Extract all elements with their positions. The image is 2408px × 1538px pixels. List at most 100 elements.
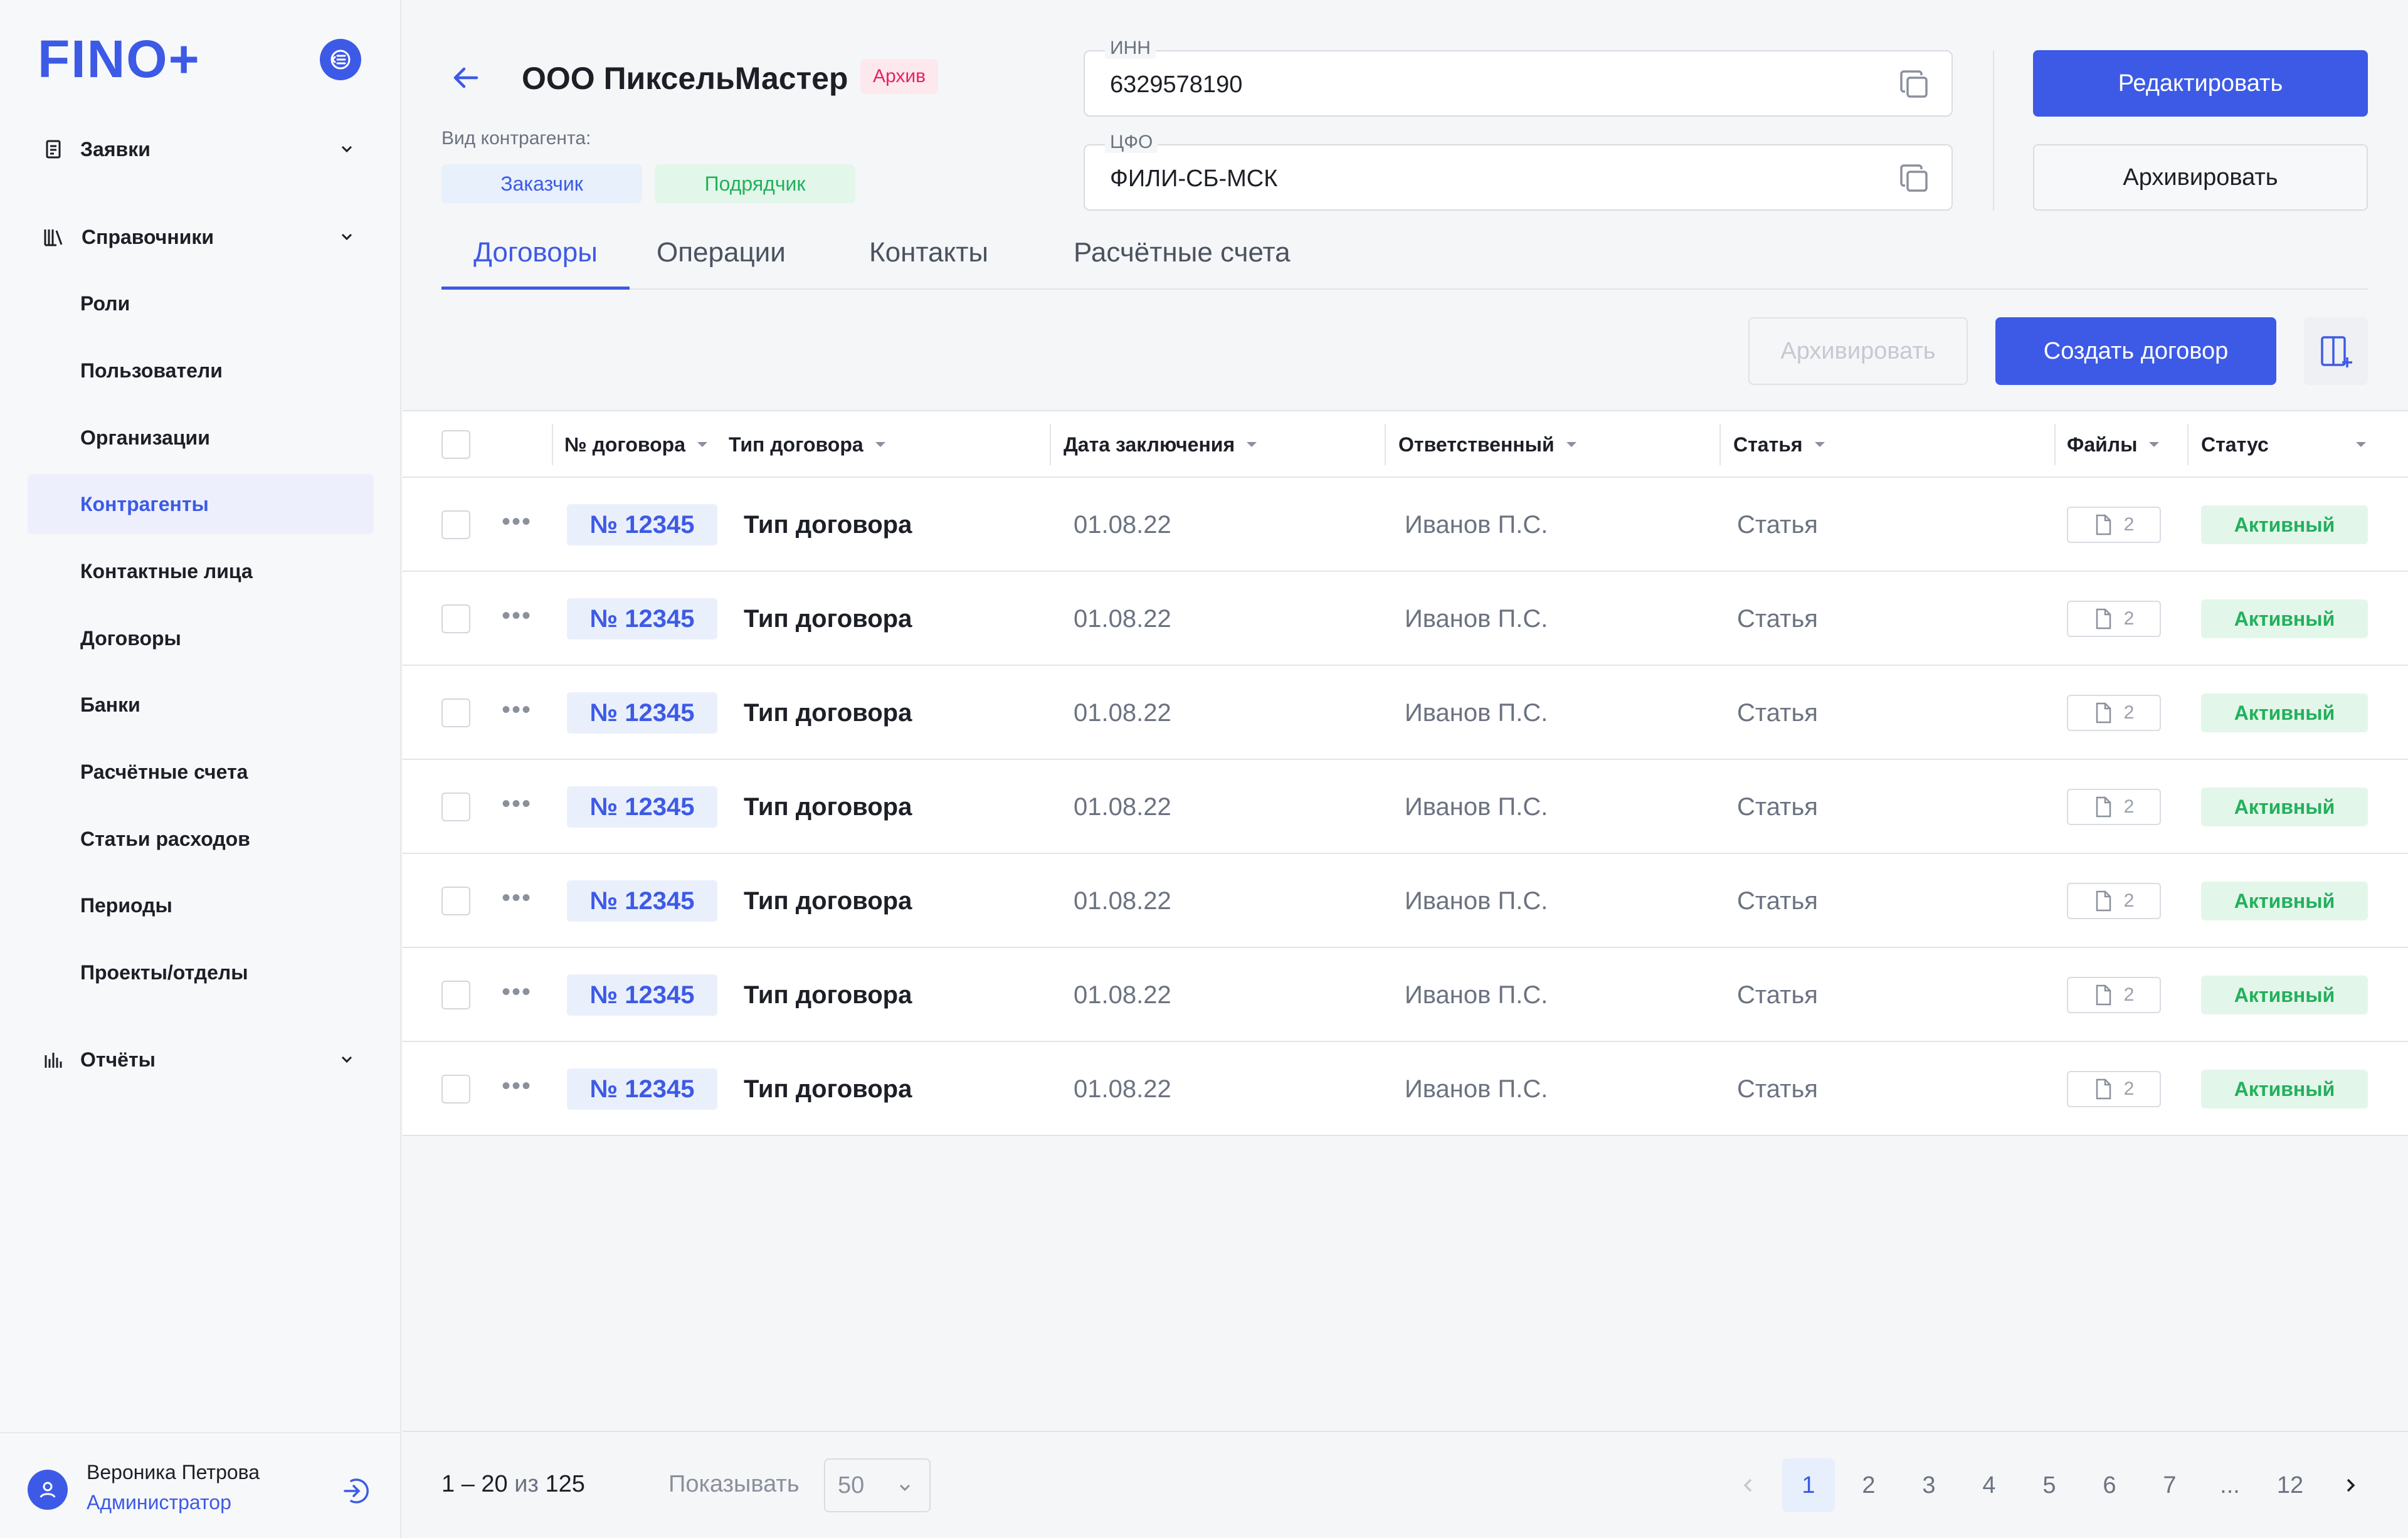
row-checkbox[interactable] — [441, 887, 470, 915]
nav-group-requests[interactable]: Заявки — [28, 120, 374, 178]
contract-type: Тип договора — [744, 510, 912, 539]
row-actions-button[interactable]: ••• — [502, 603, 532, 628]
row-actions-button[interactable]: ••• — [502, 1073, 532, 1098]
sidebar-item-roles[interactable]: Роли — [28, 273, 374, 334]
column-header-date[interactable]: Дата заключения — [1064, 411, 1259, 478]
contract-number-link[interactable]: № 12345 — [567, 786, 717, 828]
sidebar-item-projects[interactable]: Проекты/отделы — [28, 942, 374, 1003]
page-button[interactable]: 2 — [1842, 1458, 1895, 1512]
page-button[interactable]: 7 — [2143, 1458, 2196, 1512]
back-button[interactable] — [448, 60, 483, 98]
files-button[interactable]: 2 — [2067, 507, 2161, 543]
cfo-field[interactable]: ЦФО ФИЛИ-СБ-МСК — [1084, 132, 1953, 211]
sidebar-item-banks[interactable]: Банки — [28, 675, 374, 735]
page-button[interactable]: 1 — [1782, 1458, 1835, 1512]
column-header-files[interactable]: Файлы — [2067, 411, 2161, 478]
archive-contracts-button[interactable]: Архивировать — [1748, 317, 1968, 385]
user-icon — [40, 1482, 56, 1498]
files-button[interactable]: 2 — [2067, 601, 2161, 637]
article: Статья — [1737, 604, 1818, 633]
prev-page-button[interactable] — [1722, 1458, 1775, 1512]
contract-type: Тип договора — [744, 887, 912, 915]
page-button[interactable]: 12 — [2264, 1458, 2316, 1512]
app-logo[interactable]: FINO+ — [38, 33, 201, 85]
row-actions-button[interactable]: ••• — [502, 979, 532, 1004]
column-header-number[interactable]: № договора — [564, 411, 709, 478]
row-actions-button[interactable]: ••• — [502, 697, 532, 722]
row-actions-button[interactable]: ••• — [502, 509, 532, 534]
files-button[interactable]: 2 — [2067, 1071, 2161, 1107]
contract-number-link[interactable]: № 12345 — [567, 974, 717, 1016]
page-button[interactable]: 4 — [1963, 1458, 2015, 1512]
tab-contacts[interactable]: Контакты — [869, 232, 988, 290]
page-button[interactable]: 3 — [1903, 1458, 1955, 1512]
page-button[interactable]: 6 — [2083, 1458, 2136, 1512]
files-button[interactable]: 2 — [2067, 977, 2161, 1013]
row-checkbox[interactable] — [441, 981, 470, 1009]
row-checkbox[interactable] — [441, 1075, 470, 1103]
contract-date: 01.08.22 — [1074, 1075, 1171, 1103]
copy-button[interactable] — [1896, 66, 1933, 106]
column-label: Файлы — [2067, 433, 2138, 456]
nav-group-reports[interactable]: Отчёты — [28, 1031, 374, 1088]
next-page-button[interactable] — [2324, 1458, 2377, 1512]
columns-settings-button[interactable] — [2304, 317, 2368, 385]
sidebar-item-organizations[interactable]: Организации — [28, 408, 374, 468]
file-icon — [2096, 608, 2111, 629]
contract-number-link[interactable]: № 12345 — [567, 880, 717, 922]
sidebar-item-expense-items[interactable]: Статьи расходов — [28, 809, 374, 869]
files-button[interactable]: 2 — [2067, 789, 2161, 825]
contract-type: Тип договора — [744, 698, 912, 727]
column-header-article[interactable]: Статья — [1733, 411, 1827, 478]
row-checkbox[interactable] — [441, 698, 470, 727]
table-row[interactable]: ••• № 12345 Тип договора 01.08.22 Иванов П.С… — [403, 1042, 2408, 1136]
tab-operations[interactable]: Операции — [657, 232, 786, 290]
select-all-checkbox[interactable] — [441, 430, 470, 459]
files-button[interactable]: 2 — [2067, 883, 2161, 919]
column-header-type[interactable]: Тип договора — [729, 411, 887, 478]
sidebar-item-accounts[interactable]: Расчётные счета — [28, 742, 374, 802]
column-header-status[interactable]: Статус — [2201, 411, 2368, 478]
files-button[interactable]: 2 — [2067, 695, 2161, 731]
per-page-select[interactable]: 50 — [824, 1458, 931, 1512]
status-badge: Активный — [2201, 787, 2368, 826]
table-row[interactable]: ••• № 12345 Тип договора 01.08.22 Иванов П.С… — [403, 666, 2408, 760]
row-actions-button[interactable]: ••• — [502, 885, 532, 910]
table-row[interactable]: ••• № 12345 Тип договора 01.08.22 Иванов П.С… — [403, 478, 2408, 572]
table-row[interactable]: ••• № 12345 Тип договора 01.08.22 Иванов П.С… — [403, 854, 2408, 948]
row-checkbox[interactable] — [441, 604, 470, 633]
avatar[interactable] — [28, 1470, 68, 1510]
article: Статья — [1737, 1075, 1818, 1103]
sidebar-item-periods[interactable]: Периоды — [28, 875, 374, 935]
row-checkbox[interactable] — [441, 510, 470, 539]
create-contract-button[interactable]: Создать договор — [1995, 317, 2276, 385]
sidebar-item-counterparties[interactable]: Контрагенты — [28, 474, 374, 534]
table-row[interactable]: ••• № 12345 Тип договора 01.08.22 Иванов П.С… — [403, 572, 2408, 666]
table-row[interactable]: ••• № 12345 Тип договора 01.08.22 Иванов П.С… — [403, 948, 2408, 1042]
user-role: Администратор — [87, 1491, 231, 1514]
range-text: 1 – 20 — [441, 1471, 508, 1497]
sidebar-item-contracts[interactable]: Договоры — [28, 608, 374, 668]
copy-button[interactable] — [1896, 161, 1933, 200]
collapse-sidebar-button[interactable] — [320, 39, 361, 80]
contract-number-link[interactable]: № 12345 — [567, 692, 717, 734]
contract-number-link[interactable]: № 12345 — [567, 1068, 717, 1110]
page-button[interactable]: 5 — [2023, 1458, 2076, 1512]
range-of: из — [514, 1471, 539, 1497]
contract-number-link[interactable]: № 12345 — [567, 598, 717, 640]
contract-number-link[interactable]: № 12345 — [567, 504, 717, 545]
tab-contracts[interactable]: Договоры — [441, 232, 630, 290]
logout-button[interactable] — [340, 1475, 372, 1510]
sidebar-item-contact-persons[interactable]: Контактные лица — [28, 541, 374, 601]
sidebar-item-users[interactable]: Пользователи — [28, 340, 374, 401]
column-divider — [1385, 424, 1386, 465]
column-header-responsible[interactable]: Ответственный — [1398, 411, 1578, 478]
inn-field[interactable]: ИНН 6329578190 — [1084, 38, 1953, 117]
edit-button[interactable]: Редактировать — [2033, 50, 2368, 117]
archive-counterparty-button[interactable]: Архивировать — [2033, 144, 2368, 211]
table-row[interactable]: ••• № 12345 Тип договора 01.08.22 Иванов П.С… — [403, 760, 2408, 854]
row-checkbox[interactable] — [441, 793, 470, 821]
tab-accounts[interactable]: Расчётные счета — [1074, 232, 1291, 290]
row-actions-button[interactable]: ••• — [502, 791, 532, 816]
nav-group-directories[interactable]: Справочники — [28, 208, 374, 266]
